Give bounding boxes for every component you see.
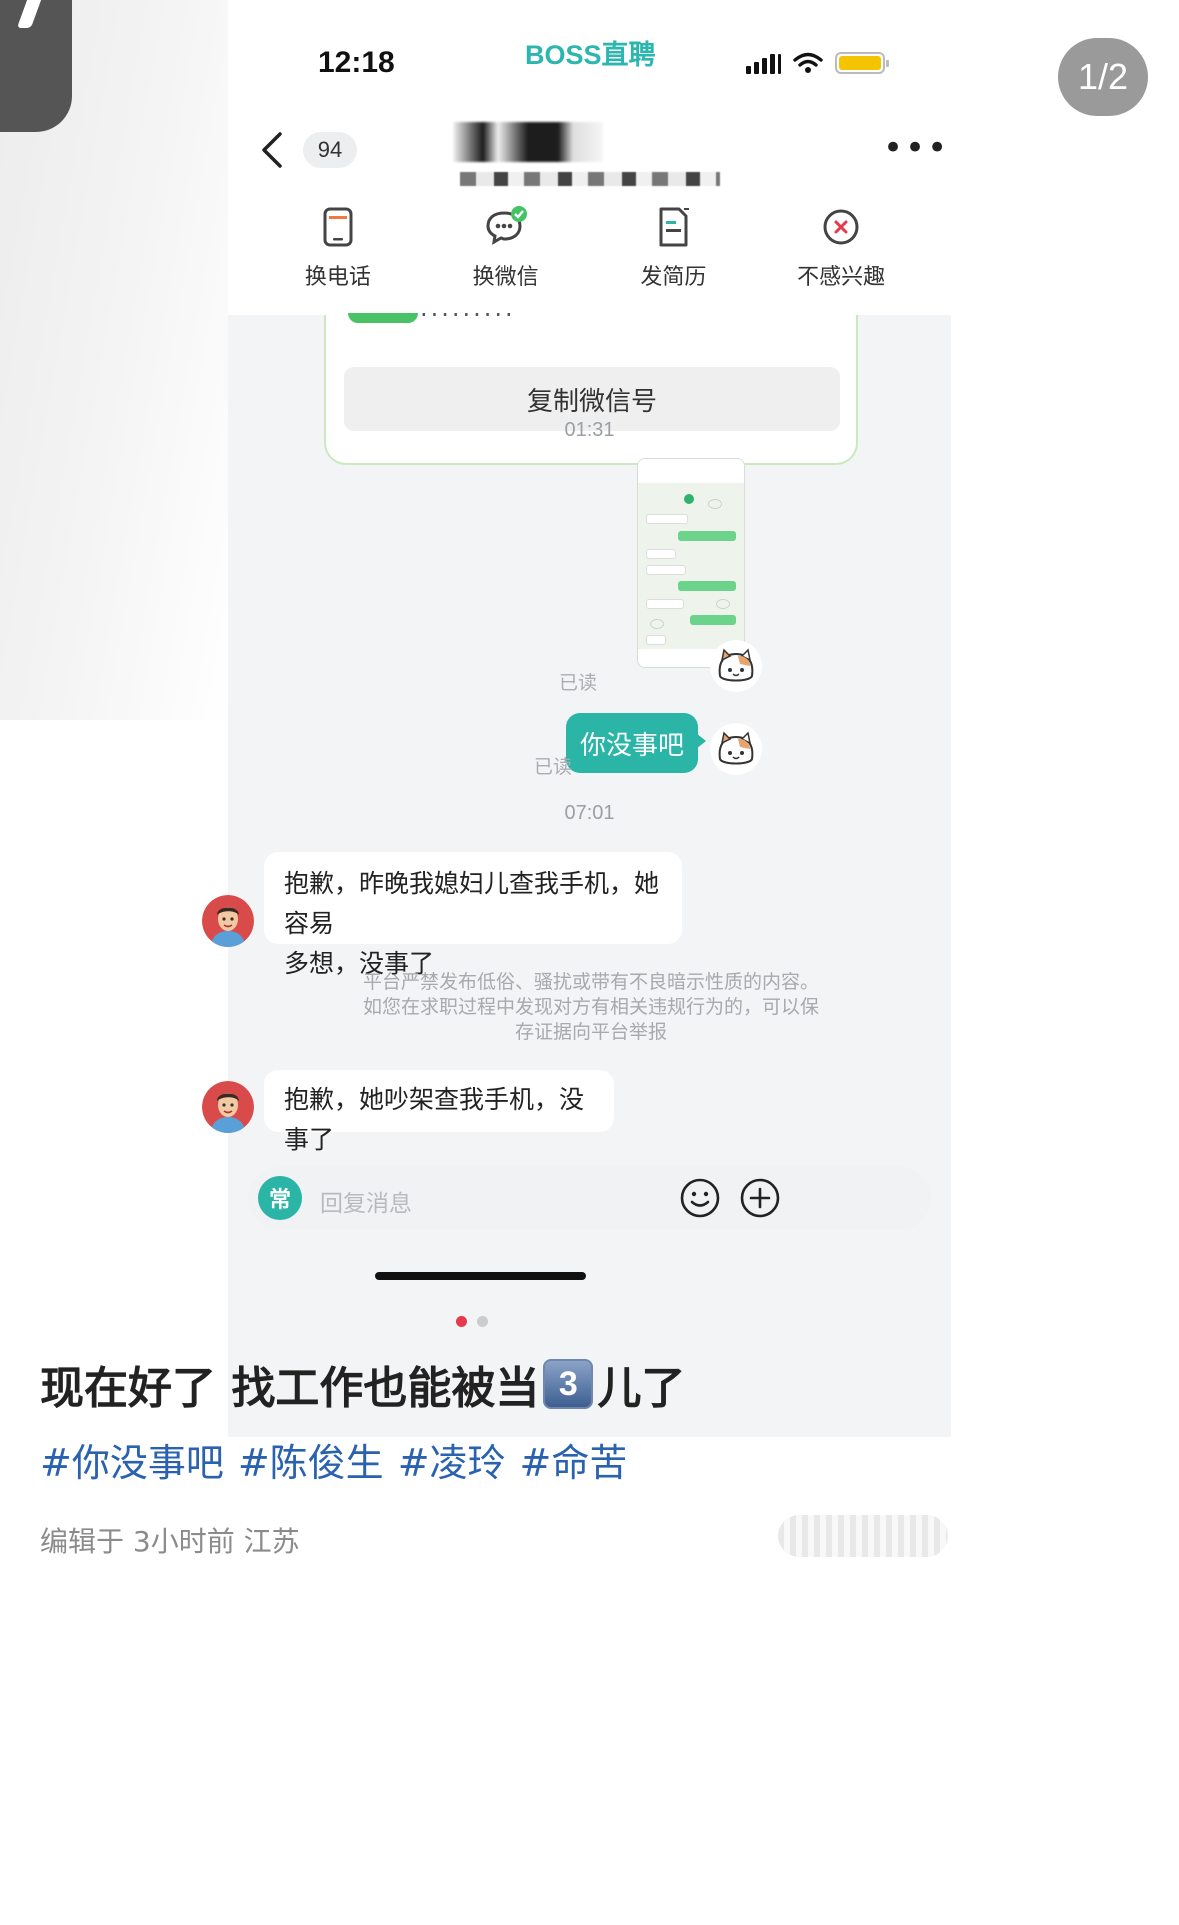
read-status: 已读 xyxy=(559,672,598,694)
hashtag-link[interactable]: #命苦 xyxy=(520,1432,628,1487)
unread-count-badge[interactable]: 94 xyxy=(303,132,357,168)
image-message-thumbnail[interactable] xyxy=(637,458,745,668)
not-interested-icon xyxy=(823,209,859,245)
card-partial-content: ········· xyxy=(348,313,708,329)
contact-message-bubble[interactable]: 抱歉，她吵架查我手机，没事了 xyxy=(264,1070,614,1154)
carousel-dots xyxy=(456,1316,488,1327)
hashtag-link[interactable]: #凌玲 xyxy=(398,1432,506,1487)
action-not-interested[interactable]: 不感兴趣 xyxy=(771,205,911,291)
hashtag-link[interactable]: #你没事吧 xyxy=(40,1432,224,1487)
self-avatar-icon[interactable] xyxy=(710,640,762,692)
chat-screenshot[interactable]: 12:18 BOSS直聘 94 ••• 换电话 换微信 发简历 不感兴趣 ···… xyxy=(202,0,951,1580)
carousel-dot[interactable] xyxy=(477,1316,488,1327)
more-icon[interactable]: ••• xyxy=(883,128,949,168)
reply-input-bar[interactable]: 常 回复消息 xyxy=(248,1167,931,1229)
self-message-bubble[interactable]: 你没事吧 xyxy=(566,713,706,773)
read-status: 已读 xyxy=(534,756,573,778)
wifi-icon xyxy=(793,52,823,73)
chat-area[interactable]: ········· 复制微信号 01:31 已读 你没事吧 已读 07:01 抱… xyxy=(202,313,951,1437)
action-label: 换微信 xyxy=(472,265,539,290)
hashtag-link[interactable]: #陈俊生 xyxy=(238,1432,384,1487)
carousel-dot-active[interactable] xyxy=(456,1316,467,1327)
status-time: 12:18 xyxy=(318,46,395,79)
action-send-resume[interactable]: 发简历 xyxy=(603,205,743,291)
phone-card-icon xyxy=(323,207,353,247)
emoji-icon[interactable] xyxy=(679,1177,721,1219)
status-brand: BOSS直聘 xyxy=(525,40,656,70)
post-title-text: 现在好了 找工作也能被当 xyxy=(40,1363,540,1414)
action-exchange-phone[interactable]: 换电话 xyxy=(268,205,408,291)
back-icon[interactable] xyxy=(258,130,286,170)
keycap-three-emoji: 3 xyxy=(543,1359,594,1409)
timestamp: 01:31 xyxy=(564,419,615,441)
resume-icon xyxy=(659,207,690,247)
reply-input[interactable]: 回复消息 xyxy=(320,1184,412,1218)
notice-line: 存证据向平台举报 xyxy=(514,1021,667,1043)
battery-icon xyxy=(835,52,889,74)
contact-avatar-icon[interactable] xyxy=(202,895,254,947)
image-counter-badge: 1/2 xyxy=(1058,38,1148,116)
redacted-element xyxy=(778,1515,948,1557)
plus-icon[interactable] xyxy=(739,1177,781,1219)
post-meta: 编辑于 3小时前 江苏 xyxy=(40,1525,300,1558)
action-label: 发简历 xyxy=(640,265,707,290)
contact-name-redacted xyxy=(453,122,603,162)
corner-shape xyxy=(0,0,72,132)
notice-line: 如您在求职过程中发现对方有相关违规行为的，可以保 xyxy=(362,996,819,1018)
status-icons xyxy=(746,52,889,74)
wechat-card: ········· 复制微信号 xyxy=(324,313,858,465)
post-tags: #你没事吧 #陈俊生 #凌玲 #命苦 xyxy=(40,1432,627,1487)
contact-avatar-icon[interactable] xyxy=(202,1081,254,1133)
timestamp: 07:01 xyxy=(564,802,615,824)
action-label: 不感兴趣 xyxy=(797,265,886,290)
common-phrases-button[interactable]: 常 xyxy=(258,1176,302,1220)
platform-notice: 平台严禁发布低俗、骚扰或带有不良暗示性质的内容。 如您在求职过程中发现对方有相关… xyxy=(306,970,876,1045)
contact-message-bubble[interactable]: 抱歉，昨晚我媳妇儿查我手机，她容易 多想，没事了 xyxy=(264,852,682,978)
wechat-exchange-icon xyxy=(486,206,527,245)
post-title: 现在好了 找工作也能被当 3 儿了 xyxy=(40,1352,1140,1416)
home-indicator xyxy=(375,1272,586,1280)
action-exchange-wechat[interactable]: 换微信 xyxy=(436,205,576,291)
contact-subtitle-redacted xyxy=(460,172,720,186)
action-bar: 换电话 换微信 发简历 不感兴趣 xyxy=(228,205,951,315)
message-line: 抱歉，昨晚我媳妇儿查我手机，她容易 xyxy=(284,869,660,938)
action-label: 换电话 xyxy=(304,265,371,290)
self-avatar-icon[interactable] xyxy=(710,723,762,775)
signal-icon xyxy=(746,52,781,74)
notice-line: 平台严禁发布低俗、骚扰或带有不良暗示性质的内容。 xyxy=(362,971,819,993)
post-title-text: 儿了 xyxy=(597,1363,686,1414)
